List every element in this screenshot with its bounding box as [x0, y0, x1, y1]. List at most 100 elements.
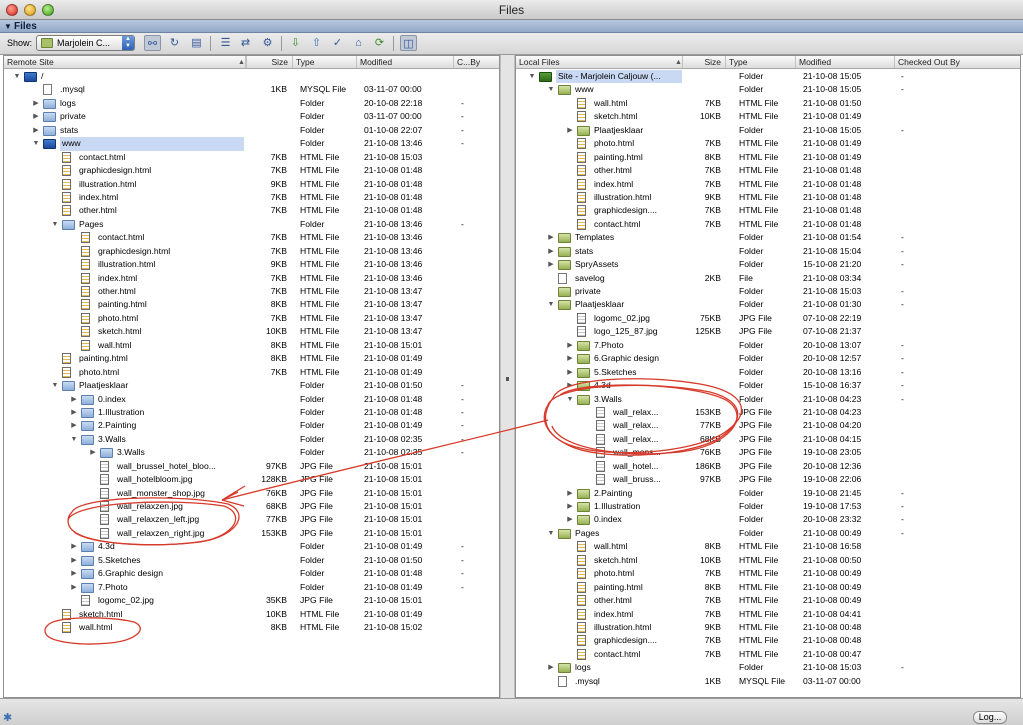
- splitter-knob[interactable]: [506, 377, 509, 381]
- sync-icon[interactable]: ⇄: [237, 35, 254, 51]
- check-out-icon[interactable]: ✓: [329, 35, 346, 51]
- folder-row[interactable]: ▶ 2.Painting Folder 21-10-08 01:49 -: [4, 419, 499, 432]
- folder-row[interactable]: ▼ www Folder 21-10-08 15:05 -: [516, 83, 1020, 96]
- site-select[interactable]: Marjolein C... ▲ ▼: [36, 35, 135, 51]
- disclosure-closed-icon[interactable]: ▶: [69, 406, 79, 419]
- file-row[interactable]: .mysql 1KB MYSQL File 03-11-07 00:00: [516, 675, 1020, 688]
- file-row[interactable]: wall_hotel... 186KB JPG File 20-10-08 12:36: [516, 460, 1020, 473]
- folder-row[interactable]: private Folder 21-10-08 15:03 -: [516, 285, 1020, 298]
- column-size[interactable]: Size: [683, 56, 726, 68]
- file-row[interactable]: sketch.html 10KB HTML File 21-10-08 13:47: [4, 325, 499, 338]
- folder-row[interactable]: ▶ logs Folder 21-10-08 15:03 -: [516, 661, 1020, 674]
- disclosure-closed-icon[interactable]: ▶: [565, 339, 575, 352]
- file-row[interactable]: graphicdesign.... 7KB HTML File 21-10-08 00…: [516, 634, 1020, 647]
- file-row[interactable]: photo.html 7KB HTML File 21-10-08 13:47: [4, 312, 499, 325]
- folder-row[interactable]: ▶ 4.3d Folder 21-10-08 01:49 -: [4, 540, 499, 553]
- folder-row[interactable]: ▶ 1.Illustration Folder 21-10-08 01:48 -: [4, 406, 499, 419]
- file-row[interactable]: illustration.html 9KB HTML File 21-10-08 01…: [4, 178, 499, 191]
- file-row[interactable]: illustration.html 9KB HTML File 21-10-08 00…: [516, 621, 1020, 634]
- disclosure-closed-icon[interactable]: ▶: [69, 554, 79, 567]
- file-row[interactable]: logomc_02.jpg 35KB JPG File 21-10-08 15:01: [4, 594, 499, 607]
- file-row[interactable]: contact.html 7KB HTML File 21-10-08 13:46: [4, 231, 499, 244]
- file-row[interactable]: wall.html 7KB HTML File 21-10-08 01:50: [516, 97, 1020, 110]
- disclosure-open-icon[interactable]: ▼: [69, 433, 79, 446]
- files-panel-header[interactable]: ▼ Files: [0, 20, 1023, 33]
- column-type[interactable]: Type: [726, 56, 796, 68]
- file-row[interactable]: wall_bruss... 97KB JPG File 19-10-08 22:06: [516, 473, 1020, 486]
- file-row[interactable]: other.html 7KB HTML File 21-10-08 00:49: [516, 594, 1020, 607]
- folder-row[interactable]: ▶ 6.Graphic design Folder 20-10-08 12:57 -: [516, 352, 1020, 365]
- file-row[interactable]: photo.html 7KB HTML File 21-10-08 01:49: [516, 137, 1020, 150]
- file-row[interactable]: painting.html 8KB HTML File 21-10-08 01:49: [516, 151, 1020, 164]
- file-row[interactable]: wall.html 8KB HTML File 21-10-08 16:58: [516, 540, 1020, 553]
- synchronize-icon[interactable]: ⟳: [371, 35, 388, 51]
- folder-row[interactable]: ▶ 4.3d Folder 15-10-08 16:37 -: [516, 379, 1020, 392]
- connect-icon[interactable]: ⚯: [144, 35, 161, 51]
- folder-row[interactable]: ▶ 6.Graphic design Folder 21-10-08 01:48 -: [4, 567, 499, 580]
- site-map-icon[interactable]: ⚙: [259, 35, 276, 51]
- column-checked-out[interactable]: Checked Out By: [895, 56, 1020, 68]
- column-size[interactable]: Size: [247, 56, 293, 68]
- log-button[interactable]: Log...: [973, 711, 1007, 724]
- folder-row[interactable]: ▼ Plaatjesklaar Folder 21-10-08 01:30 -: [516, 298, 1020, 311]
- disclosure-open-icon[interactable]: ▼: [546, 527, 556, 540]
- folder-row[interactable]: ▶ 5.Sketches Folder 20-10-08 13:16 -: [516, 366, 1020, 379]
- file-row[interactable]: wall_hotelbloom.jpg 128KB JPG File 21-10-08…: [4, 473, 499, 486]
- folder-row[interactable]: ▶ logs Folder 20-10-08 22:18 -: [4, 97, 499, 110]
- minimize-window-button[interactable]: [24, 4, 36, 16]
- file-row[interactable]: savelog 2KB File 21-10-08 03:34: [516, 272, 1020, 285]
- disclosure-open-icon[interactable]: ▼: [50, 218, 60, 231]
- file-row[interactable]: other.html 7KB HTML File 21-10-08 01:48: [516, 164, 1020, 177]
- disclosure-closed-icon[interactable]: ▶: [69, 540, 79, 553]
- folder-row[interactable]: ▼ www Folder 21-10-08 13:46 -: [4, 137, 499, 151]
- folder-row[interactable]: ▶ 5.Sketches Folder 21-10-08 01:50 -: [4, 554, 499, 567]
- folder-row[interactable]: ▼ /: [4, 70, 499, 83]
- column-local-files[interactable]: Local Files: [516, 56, 683, 68]
- file-row[interactable]: wall.html 8KB HTML File 21-10-08 15:01: [4, 339, 499, 352]
- disclosure-closed-icon[interactable]: ▶: [565, 513, 575, 526]
- file-row[interactable]: contact.html 7KB HTML File 21-10-08 01:48: [516, 218, 1020, 231]
- disclosure-closed-icon[interactable]: ▶: [565, 352, 575, 365]
- file-row[interactable]: other.html 7KB HTML File 21-10-08 13:47: [4, 285, 499, 298]
- disclosure-closed-icon[interactable]: ▶: [546, 661, 556, 674]
- pane-splitter[interactable]: [500, 55, 515, 698]
- collapse-triangle-icon[interactable]: ▼: [4, 20, 12, 33]
- file-row[interactable]: .mysql 1KB MYSQL File 03-11-07 00:00: [4, 83, 499, 96]
- disclosure-closed-icon[interactable]: ▶: [546, 245, 556, 258]
- folder-row[interactable]: ▶ 7.Photo Folder 20-10-08 13:07 -: [516, 339, 1020, 352]
- disclosure-closed-icon[interactable]: ▶: [31, 97, 41, 110]
- folder-row[interactable]: ▼ Pages Folder 21-10-08 00:49 -: [516, 527, 1020, 540]
- folder-row[interactable]: ▶ 7.Photo Folder 21-10-08 01:49 -: [4, 581, 499, 594]
- file-row[interactable]: wall_relax... 153KB JPG File 21-10-08 04:23: [516, 406, 1020, 419]
- disclosure-closed-icon[interactable]: ▶: [546, 231, 556, 244]
- file-row[interactable]: sketch.html 10KB HTML File 21-10-08 01:49: [516, 110, 1020, 123]
- file-row[interactable]: graphicdesign.html 7KB HTML File 21-10-08 0…: [4, 164, 499, 177]
- view-site-icon[interactable]: ▤: [188, 35, 205, 51]
- folder-row[interactable]: ▶ stats Folder 01-10-08 22:07 -: [4, 124, 499, 137]
- disclosure-open-icon[interactable]: ▼: [546, 298, 556, 311]
- file-row[interactable]: contact.html 7KB HTML File 21-10-08 00:47: [516, 648, 1020, 661]
- disclosure-open-icon[interactable]: ▼: [546, 83, 556, 96]
- disclosure-open-icon[interactable]: ▼: [31, 137, 41, 150]
- disclosure-closed-icon[interactable]: ▶: [69, 393, 79, 406]
- file-row[interactable]: wall_monster_shop.jpg 76KB JPG File 21-10-0…: [4, 487, 499, 500]
- file-row[interactable]: illustration.html 9KB HTML File 21-10-08 13…: [4, 258, 499, 271]
- file-row[interactable]: wall_relax... 68KB JPG File 21-10-08 04:15: [516, 433, 1020, 446]
- file-row[interactable]: sketch.html 10KB HTML File 21-10-08 01:49: [4, 608, 499, 621]
- folder-row[interactable]: ▼ Plaatjesklaar Folder 21-10-08 01:50 -: [4, 379, 499, 392]
- file-row[interactable]: wall_relaxzen_left.jpg 77KB JPG File 21-10-…: [4, 513, 499, 526]
- folder-row[interactable]: ▶ 0.index Folder 21-10-08 01:48 -: [4, 393, 499, 406]
- file-row[interactable]: contact.html 7KB HTML File 21-10-08 15:03: [4, 151, 499, 164]
- close-window-button[interactable]: [6, 4, 18, 16]
- file-row[interactable]: wall_relaxzen_right.jpg 153KB JPG File 21-1…: [4, 527, 499, 540]
- status-gear-icon[interactable]: ✱: [3, 711, 12, 724]
- file-row[interactable]: index.html 7KB HTML File 21-10-08 01:48: [4, 191, 499, 204]
- file-row[interactable]: index.html 7KB HTML File 21-10-08 01:48: [516, 178, 1020, 191]
- file-row[interactable]: index.html 7KB HTML File 21-10-08 04:41: [516, 608, 1020, 621]
- folder-row[interactable]: ▼ 3.Walls Folder 21-10-08 02:35 -: [4, 433, 499, 446]
- folder-row[interactable]: ▶ 3.Walls Folder 21-10-08 02:35 -: [4, 446, 499, 459]
- file-row[interactable]: other.html 7KB HTML File 21-10-08 01:48: [4, 204, 499, 217]
- column-remote-site[interactable]: Remote Site: [4, 56, 247, 68]
- disclosure-closed-icon[interactable]: ▶: [69, 567, 79, 580]
- folder-row[interactable]: ▶ stats Folder 21-10-08 15:04 -: [516, 245, 1020, 258]
